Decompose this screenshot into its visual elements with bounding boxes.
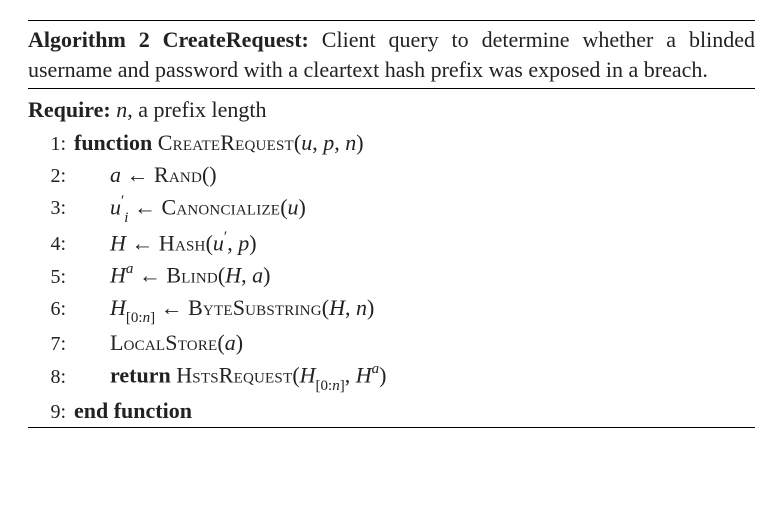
- line-number: 9:: [28, 399, 74, 426]
- function-name: LocalStore: [110, 330, 217, 355]
- algorithm-block: Algorithm 2 CreateRequest: Client query …: [28, 20, 755, 428]
- code-line: 2: a ← Rand(): [28, 159, 755, 191]
- code-line: 9: end function: [28, 395, 755, 427]
- code-content: end function: [74, 396, 192, 426]
- function-name: HstsRequest: [176, 363, 292, 388]
- line-number: 6:: [28, 296, 74, 323]
- keyword: return: [110, 363, 171, 388]
- line-number: 4:: [28, 231, 74, 258]
- code-content: u′i ← Canoncialize(u): [74, 192, 306, 226]
- code-line: 3: u′i ← Canoncialize(u): [28, 191, 755, 227]
- code-content: H ← Hash(u′, p): [74, 228, 257, 258]
- bottom-rule: [28, 427, 755, 428]
- function-name: ByteSubstring: [188, 295, 322, 320]
- require-var: n: [116, 97, 127, 122]
- require-line: Require: n, a prefix length: [28, 89, 755, 127]
- line-number: 8:: [28, 364, 74, 391]
- code-line: 7: LocalStore(a): [28, 327, 755, 359]
- require-desc: , a prefix length: [127, 97, 266, 122]
- code-content: a ← Rand(): [74, 160, 217, 190]
- code-line: 8: return HstsRequest(H[0:n], Ha): [28, 359, 755, 395]
- code-line: 1: function CreateRequest(u, p, n): [28, 127, 755, 159]
- function-name: Hash: [159, 230, 206, 255]
- keyword: function: [74, 130, 152, 155]
- algorithm-header: Algorithm 2 CreateRequest: Client query …: [28, 21, 755, 88]
- code-content: function CreateRequest(u, p, n): [74, 128, 364, 158]
- line-number: 5:: [28, 264, 74, 291]
- code-line: 6: H[0:n] ← ByteSubstring(H, n): [28, 292, 755, 328]
- require-label: Require:: [28, 97, 111, 122]
- code-content: Ha ← Blind(H, a): [74, 260, 270, 290]
- line-number: 1:: [28, 131, 74, 158]
- function-name: Canoncialize: [161, 194, 280, 219]
- code-content: LocalStore(a): [74, 328, 243, 358]
- algorithm-title-bold: Algorithm 2 CreateRequest:: [28, 27, 309, 52]
- line-number: 7:: [28, 331, 74, 358]
- function-name: CreateRequest: [158, 130, 294, 155]
- code-line: 5: Ha ← Blind(H, a): [28, 259, 755, 291]
- code-content: H[0:n] ← ByteSubstring(H, n): [74, 293, 374, 327]
- keyword: end function: [74, 398, 192, 423]
- function-name: Rand: [154, 162, 202, 187]
- code-content: return HstsRequest(H[0:n], Ha): [74, 360, 386, 394]
- function-name: Blind: [166, 263, 218, 288]
- code-line: 4: H ← Hash(u′, p): [28, 227, 755, 259]
- line-number: 3:: [28, 195, 74, 222]
- line-number: 2:: [28, 163, 74, 190]
